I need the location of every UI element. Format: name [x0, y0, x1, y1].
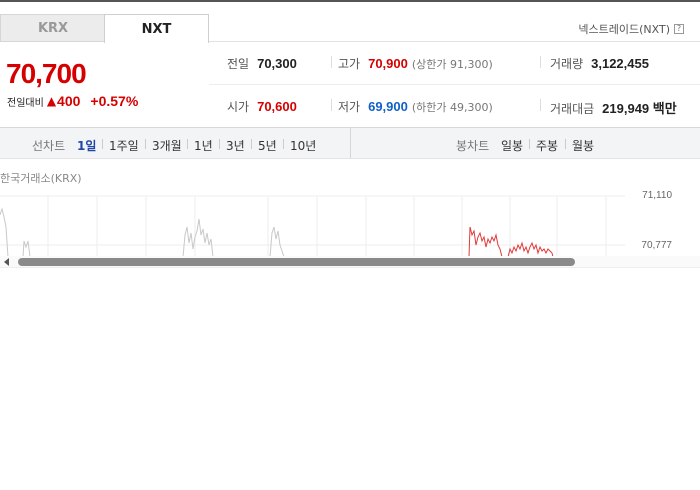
stat-upper-limit: (상한가 91,300) [411, 58, 493, 71]
stat-value: 70,300 [257, 56, 297, 71]
period-1d[interactable]: 1일 [77, 137, 96, 154]
period-3m[interactable]: 3개월 [152, 137, 182, 154]
stat-separator [331, 56, 332, 68]
period-10y[interactable]: 10년 [290, 137, 316, 154]
stat-label: 거래대금 [550, 102, 595, 116]
stat-lower-limit: (하한가 49,300) [411, 101, 493, 114]
help-icon[interactable]: ? [674, 24, 684, 34]
chart-scrollbar-thumb[interactable] [18, 258, 575, 266]
intraday-chart [0, 195, 625, 257]
chart-period-bar: 선차트 1일 1주일 3개월 1년 3년 5년 10년 봉차트 일봉 주봉 월봉 [0, 127, 700, 159]
period-1w[interactable]: 1주일 [109, 137, 139, 154]
stat-label: 거래량 [550, 57, 584, 71]
period-5y[interactable]: 5년 [258, 137, 277, 154]
period-separator [187, 139, 188, 149]
stat-separator [540, 56, 541, 68]
top-border [0, 0, 700, 2]
change-value: 400 [57, 93, 81, 109]
stat-high: 고가 70,900 (상한가 91,300) [338, 55, 493, 72]
stat-label: 전일 [227, 57, 250, 71]
change-label: 전일대비 [7, 97, 44, 109]
period-separator [102, 139, 103, 149]
period-separator [251, 139, 252, 149]
stat-value: 70,900 [368, 56, 408, 71]
y-axis-tick: 70,777 [641, 240, 672, 251]
candle-weekly[interactable]: 주봉 [536, 137, 558, 154]
period-bar-divider [350, 128, 351, 158]
price-line-krx-early-2 [22, 240, 31, 257]
stat-prev-close: 전일 70,300 [227, 55, 297, 72]
period-separator [283, 139, 284, 149]
candle-monthly[interactable]: 월봉 [572, 137, 594, 154]
stat-low: 저가 69,900 (하한가 49,300) [338, 98, 493, 115]
candle-separator [529, 139, 530, 149]
candle-separator [565, 139, 566, 149]
tab-nxt[interactable]: NXT [104, 14, 209, 43]
stat-separator [331, 99, 332, 111]
stat-value: 3,122,455 [591, 56, 649, 71]
market-label: 한국거래소(KRX) [0, 172, 82, 185]
stat-amount: 거래대금 219,949 백만 [550, 98, 677, 117]
stats-divider [209, 84, 700, 85]
stat-value: 219,949 백만 [602, 101, 677, 116]
period-3y[interactable]: 3년 [226, 137, 245, 154]
change-percent: +0.57% [90, 93, 139, 109]
period-separator [145, 139, 146, 149]
stat-open: 시가 70,600 [227, 98, 297, 115]
period-separator [219, 139, 220, 149]
nxt-info-link[interactable]: 넥스트레이드(NXT) ? [578, 21, 684, 37]
price-line-krx-mid [182, 218, 214, 257]
price-change: 전일대비 ▲ 400 +0.57% [7, 93, 138, 109]
stat-value: 70,600 [257, 99, 297, 114]
tab-krx[interactable]: KRX [0, 14, 105, 42]
stat-volume: 거래량 3,122,455 [550, 55, 649, 72]
up-triangle-icon: ▲ [46, 94, 57, 108]
line-chart-label: 선차트 [32, 139, 66, 153]
period-1y[interactable]: 1년 [194, 137, 213, 154]
stat-separator [540, 99, 541, 111]
current-price: 70,700 [6, 58, 87, 89]
stat-label: 시가 [227, 100, 250, 114]
price-line-krx-mid-2 [269, 226, 285, 257]
tab-baseline [209, 41, 700, 42]
nxt-info-label: 넥스트레이드(NXT) [578, 23, 670, 36]
scroll-left-arrow-icon[interactable] [4, 258, 9, 266]
candle-chart-label: 봉차트 [456, 139, 490, 153]
stat-label: 고가 [338, 57, 361, 71]
price-line-nxt [468, 226, 503, 257]
stat-value: 69,900 [368, 99, 408, 114]
price-line-krx-early [0, 207, 9, 257]
chart-grid [0, 195, 625, 257]
candle-daily[interactable]: 일봉 [501, 137, 523, 154]
y-axis-tick: 71,110 [642, 190, 672, 201]
stat-label: 저가 [338, 100, 361, 114]
